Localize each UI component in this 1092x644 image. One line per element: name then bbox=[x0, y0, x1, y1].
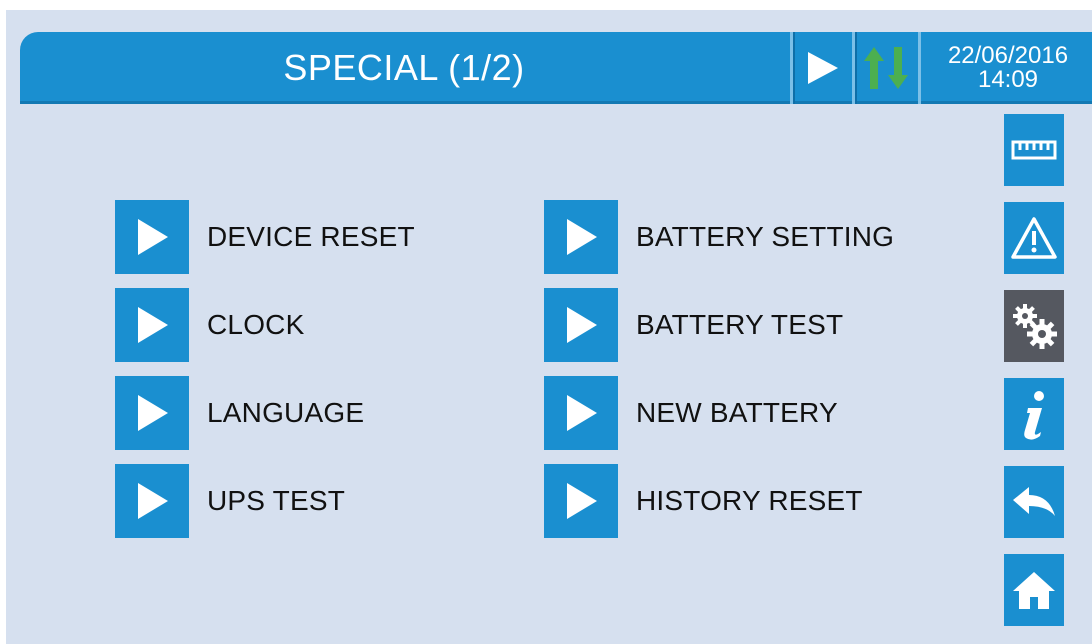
menu-item-device-reset[interactable]: DEVICE RESET bbox=[115, 200, 415, 274]
menu-label: BATTERY TEST bbox=[636, 309, 844, 340]
menu-item-new-battery[interactable]: NEW BATTERY bbox=[544, 376, 838, 450]
play-icon bbox=[567, 395, 597, 431]
play-icon bbox=[138, 483, 168, 519]
warning-icon bbox=[1011, 217, 1057, 259]
home-icon bbox=[1013, 572, 1055, 609]
back-arrow-icon bbox=[1013, 487, 1055, 516]
alarms-button[interactable] bbox=[1004, 202, 1064, 274]
device-reset-button[interactable] bbox=[115, 200, 189, 274]
menu-label: HISTORY RESET bbox=[636, 485, 863, 516]
play-icon bbox=[808, 52, 838, 84]
play-icon bbox=[567, 219, 597, 255]
info-button[interactable] bbox=[1004, 378, 1064, 450]
header-play-button[interactable] bbox=[790, 32, 851, 104]
settings-button[interactable] bbox=[1004, 290, 1064, 362]
menu-item-battery-test[interactable]: BATTERY TEST bbox=[544, 288, 843, 362]
menu-item-ups-test[interactable]: UPS TEST bbox=[115, 464, 345, 538]
screen: SPECIAL (1/2) 22/06/2016 14:09 DEVICE RE… bbox=[6, 10, 1092, 644]
history-reset-button[interactable] bbox=[544, 464, 618, 538]
menu-item-battery-setting[interactable]: BATTERY SETTING bbox=[544, 200, 894, 274]
menu-label: BATTERY SETTING bbox=[636, 221, 895, 252]
communication-button[interactable] bbox=[852, 32, 917, 104]
clock-button[interactable] bbox=[115, 288, 189, 362]
battery-test-button[interactable] bbox=[544, 288, 618, 362]
datetime-display: 22/06/2016 14:09 bbox=[918, 32, 1092, 104]
new-battery-button[interactable] bbox=[544, 376, 618, 450]
menu-label: LANGUAGE bbox=[207, 397, 365, 428]
info-icon bbox=[1024, 391, 1044, 440]
menu-label: CLOCK bbox=[207, 309, 305, 340]
home-button[interactable] bbox=[1004, 554, 1064, 626]
language-button[interactable] bbox=[115, 376, 189, 450]
menu-label: NEW BATTERY bbox=[636, 397, 838, 428]
date-text: 22/06/2016 bbox=[947, 42, 1069, 69]
back-button[interactable] bbox=[1004, 466, 1064, 538]
up-down-arrows-icon bbox=[864, 47, 908, 89]
header-bar: SPECIAL (1/2) 22/06/2016 14:09 bbox=[20, 32, 1092, 104]
measurements-button[interactable] bbox=[1004, 114, 1064, 186]
ruler-icon bbox=[1011, 140, 1057, 160]
time-text: 14:09 bbox=[977, 66, 1039, 93]
gears-icon bbox=[1013, 304, 1057, 349]
play-icon bbox=[138, 395, 168, 431]
battery-setting-button[interactable] bbox=[544, 200, 618, 274]
menu-item-clock[interactable]: CLOCK bbox=[115, 288, 304, 362]
play-icon bbox=[138, 307, 168, 343]
play-icon bbox=[138, 219, 168, 255]
play-icon bbox=[567, 307, 597, 343]
menu-label: UPS TEST bbox=[207, 485, 346, 516]
menu-label: DEVICE RESET bbox=[207, 221, 415, 252]
menu-item-history-reset[interactable]: HISTORY RESET bbox=[544, 464, 863, 538]
ups-test-button[interactable] bbox=[115, 464, 189, 538]
menu-item-language[interactable]: LANGUAGE bbox=[115, 376, 364, 450]
page-title: SPECIAL (1/2) bbox=[283, 47, 525, 88]
play-icon bbox=[567, 483, 597, 519]
